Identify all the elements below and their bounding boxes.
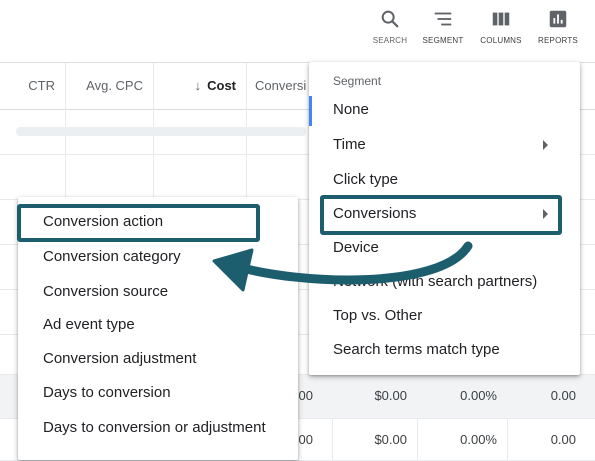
cell-value: $0.00 xyxy=(374,432,407,447)
loading-placeholder xyxy=(16,127,306,136)
highlight-box-conversions xyxy=(320,195,562,235)
submenu-option-conversion-category[interactable]: Conversion category xyxy=(18,242,298,272)
segment-icon xyxy=(434,12,452,26)
column-header-conversions[interactable]: Conversi xyxy=(247,63,317,109)
reports-label: REPORTS xyxy=(538,36,578,45)
column-header-cost[interactable]: ↓ Cost xyxy=(154,63,246,109)
search-icon xyxy=(381,10,399,28)
segment-option-network[interactable]: Network (with search partners) xyxy=(309,266,580,298)
segment-option-label: Time xyxy=(333,136,366,153)
segment-option-click-type[interactable]: Click type xyxy=(309,164,580,196)
search-label: SEARCH xyxy=(372,36,408,45)
submenu-option-days-to-conversion-or-adjustment[interactable]: Days to conversion or adjustment xyxy=(18,413,298,443)
submenu-option-conversion-source[interactable]: Conversion source xyxy=(18,277,298,307)
columns-tool[interactable]: COLUMNS xyxy=(473,8,529,45)
segment-option-search-terms-match-type[interactable]: Search terms match type xyxy=(309,334,580,366)
segment-menu-title: Segment xyxy=(333,74,382,88)
column-header-avg-cpc[interactable]: Avg. CPC xyxy=(66,63,153,109)
submenu-option-days-to-conversion[interactable]: Days to conversion xyxy=(18,378,298,408)
reports-icon xyxy=(549,10,567,28)
segment-option-device[interactable]: Device xyxy=(309,232,580,264)
submenu-option-conversion-adjustment[interactable]: Conversion adjustment xyxy=(18,344,298,374)
submenu-option-ad-event-type[interactable]: Ad event type xyxy=(18,310,298,340)
segment-option-time[interactable]: Time xyxy=(309,129,580,161)
columns-label: COLUMNS xyxy=(480,36,522,45)
segment-tool[interactable]: SEGMENT xyxy=(415,8,471,45)
reports-tool[interactable]: REPORTS xyxy=(530,8,586,45)
cell-rate: 0.00% xyxy=(460,432,497,447)
chevron-right-icon xyxy=(543,140,548,150)
cell-rate: 0.00% xyxy=(460,388,497,403)
segment-option-none[interactable]: None xyxy=(309,94,580,126)
column-header-ctr[interactable]: CTR xyxy=(0,63,65,109)
column-header-cost-label: Cost xyxy=(207,78,236,93)
segment-label: SEGMENT xyxy=(422,36,464,45)
search-tool[interactable]: SEARCH xyxy=(362,8,418,45)
cell-value: 0.00 xyxy=(550,432,576,447)
cell-value: $0.00 xyxy=(374,388,407,403)
sort-down-arrow-icon: ↓ xyxy=(194,78,202,93)
toolbar: SEARCH SEGMENT COLUMNS REPORTS xyxy=(0,0,595,63)
cell-value: 0.00 xyxy=(550,388,576,403)
highlight-box-conversion-action xyxy=(17,204,260,242)
columns-icon xyxy=(492,12,510,26)
segment-option-top-vs-other[interactable]: Top vs. Other xyxy=(309,300,580,332)
